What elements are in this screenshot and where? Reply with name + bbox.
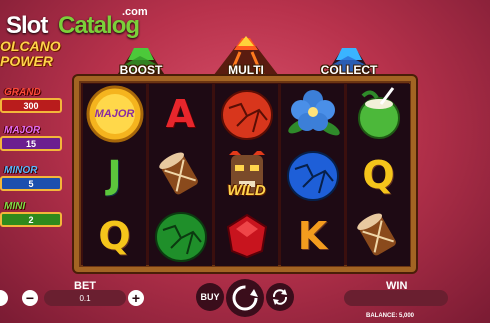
reel-4: K	[281, 84, 344, 266]
menu-button[interactable]	[0, 290, 8, 306]
boost-label: BOOST	[119, 63, 163, 77]
symbol-a: A	[149, 84, 212, 144]
letter-k: K	[297, 214, 328, 258]
symbol-blue-flower	[281, 84, 344, 144]
symbol-blue-egg	[281, 145, 344, 205]
reel-5: Q	[347, 84, 410, 266]
jackpot-grand-title: GRAND	[4, 87, 41, 98]
wild-label: WILD	[227, 182, 266, 199]
red-egg-icon	[220, 90, 273, 140]
letter-q-2: Q	[362, 153, 395, 197]
jackpot-mini-title: MINI	[4, 201, 26, 212]
symbol-wild: WILD	[215, 145, 278, 205]
spin-button[interactable]	[226, 279, 264, 317]
red-gem-icon	[226, 213, 267, 259]
bet-increase-button[interactable]: +	[128, 290, 144, 306]
symbol-k: K	[281, 206, 344, 266]
symbol-coconut	[347, 84, 410, 144]
reel-1: MAJOR J Q	[83, 84, 146, 266]
balance-text: BALANCE: 5,000	[366, 313, 415, 319]
control-bar: BET − 0.1 + BUY WIN BALANCE: 5,000	[0, 279, 490, 323]
jackpot-minor-title: MINOR	[4, 165, 38, 176]
game-logo-line2: POWER	[0, 53, 53, 69]
jackpot-mini-value: 2	[0, 212, 62, 227]
jackpot-major-value: 15	[0, 136, 62, 151]
bet-value: 0.1	[44, 290, 126, 306]
bet-decrease-button[interactable]: −	[22, 290, 38, 306]
reel-grid: MAJOR J Q A WILD K Q	[74, 76, 416, 272]
boost-volcano: BOOST	[104, 46, 178, 80]
buy-feature-button[interactable]: BUY	[196, 283, 224, 311]
multi-volcano: MULTI	[204, 36, 288, 80]
jackpot-minor: MINOR 5	[0, 165, 64, 194]
jackpot-minor-value: 5	[0, 176, 62, 191]
jackpot-mini: MINI 2	[0, 201, 64, 230]
drum-icon	[158, 152, 198, 195]
multi-label: MULTI	[228, 63, 264, 77]
reel-2: A	[149, 84, 212, 266]
symbol-drum	[149, 145, 212, 205]
major-coin-label: MAJOR	[94, 108, 135, 120]
green-egg-icon	[154, 212, 207, 262]
jackpot-grand-value: 300	[0, 98, 62, 113]
symbol-drum-2	[347, 206, 410, 266]
letter-q: Q	[98, 214, 131, 258]
symbol-red-gem	[215, 206, 278, 266]
letter-a: A	[165, 92, 196, 136]
jackpot-major: MAJOR 15	[0, 125, 64, 154]
reel-3: WILD	[215, 84, 278, 266]
symbol-j: J	[83, 145, 146, 205]
drum-icon	[356, 213, 396, 256]
blue-egg-icon	[286, 151, 339, 201]
hibiscus-flower-icon	[287, 90, 340, 136]
symbol-q: Q	[83, 206, 146, 266]
jackpot-major-title: MAJOR	[4, 125, 41, 136]
spin-icon	[232, 285, 258, 311]
slotcatalog-watermark: Slot Catalog .com	[2, 4, 152, 40]
watermark-slot-text: Slot	[6, 12, 48, 39]
letter-j: J	[107, 153, 122, 197]
symbol-green-egg	[149, 206, 212, 266]
jackpot-grand: GRAND 300	[0, 87, 64, 116]
symbol-red-egg	[215, 84, 278, 144]
symbol-q-2: Q	[347, 145, 410, 205]
game-logo: OLCANO POWER	[0, 38, 72, 72]
symbol-major-coin: MAJOR	[83, 84, 146, 144]
watermark-suffix: .com	[122, 6, 148, 18]
collect-volcano: COLLECT	[312, 46, 386, 80]
game-logo-line1: OLCANO	[0, 38, 61, 54]
autoplay-icon	[272, 289, 288, 305]
collect-label: COLLECT	[320, 63, 378, 77]
coconut-drink-icon	[357, 87, 400, 139]
win-value-box	[344, 290, 448, 306]
autoplay-button[interactable]	[266, 283, 294, 311]
